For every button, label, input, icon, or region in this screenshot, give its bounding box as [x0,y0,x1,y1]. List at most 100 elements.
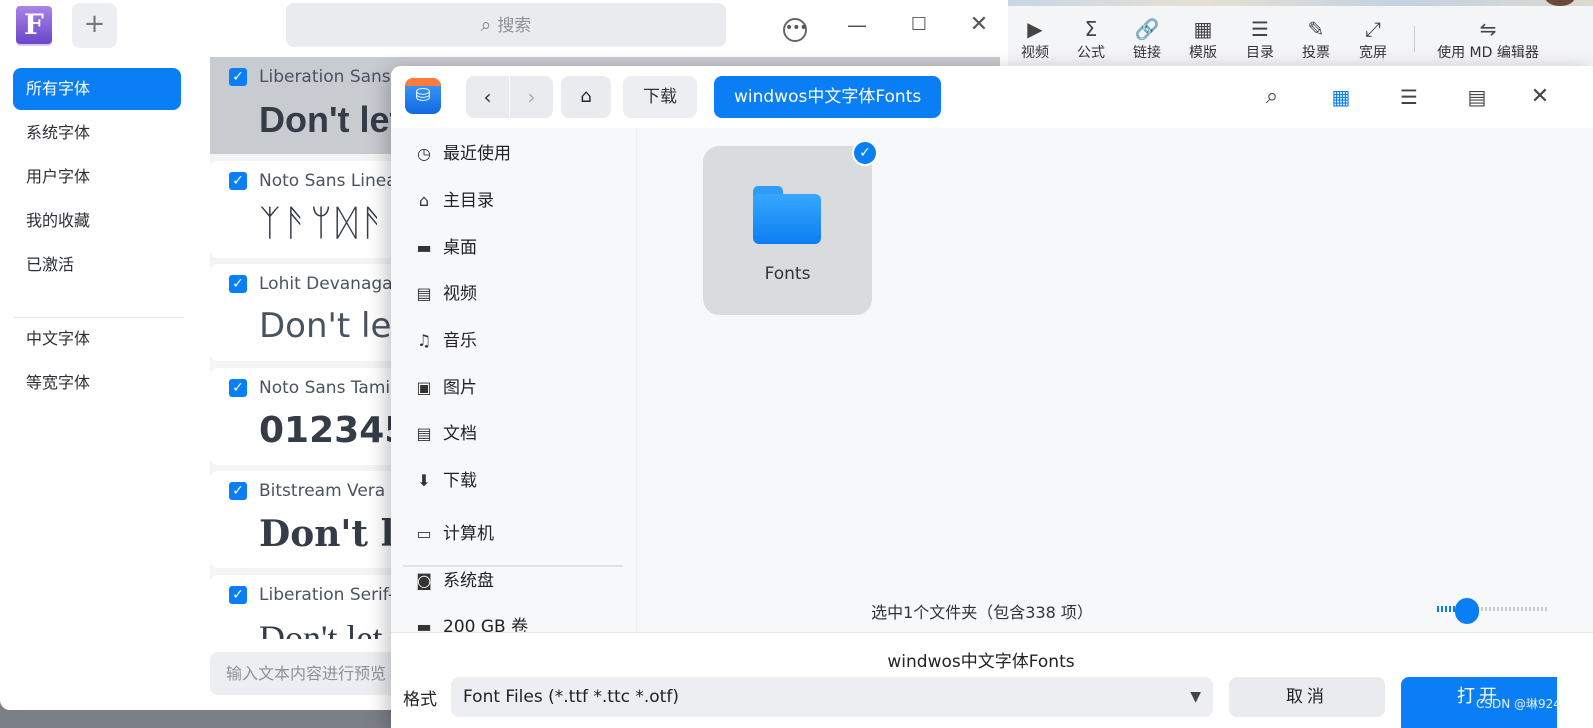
chevron-right-icon: › [527,85,536,109]
file-format-select[interactable]: Font Files (*.ttf *.ttc *.otf) ▼ [451,677,1213,717]
home-button[interactable]: ⌂ [561,76,611,118]
home-icon: ⌂ [580,86,592,107]
font-checkbox[interactable]: ✓ [229,172,247,190]
sidebar-item-activated[interactable]: 已激活 [13,244,181,286]
breadcrumb-downloads[interactable]: 下载 [623,76,697,118]
chevron-left-icon: ‹ [483,85,492,109]
clock-icon: ◷ [417,144,431,163]
search-icon: ⌕ [480,14,492,36]
back-button[interactable]: ‹ [466,76,509,118]
file-manager-logo: ⛁ [405,78,441,114]
more-icon: ••• [783,18,808,42]
toc-icon: ☰ [1251,17,1269,41]
file-view: Fonts ✓ [637,128,1593,632]
minimize-icon: — [847,13,867,37]
sidebar-item-computer[interactable]: ▭ 计算机 [413,516,494,552]
music-icon: ♫ [416,331,432,350]
close-icon: ✕ [969,12,989,37]
slider-handle[interactable] [1455,598,1479,624]
dialog-search-button[interactable]: ⌕ [1257,82,1287,112]
sidebar-item-downloads[interactable]: ⬇ 下载 [413,463,477,499]
banner-strip [1008,0,1593,6]
volume-icon: ▬ [416,617,432,632]
sidebar-item-home[interactable]: ⌂ 主目录 [413,183,494,219]
chevron-down-icon: ▼ [1190,689,1201,705]
sidebar-item-volume[interactable]: ▬ 200 GB 卷 [413,609,528,632]
sidebar-item-documents[interactable]: ▤ 文档 [413,416,477,452]
search-input[interactable]: ⌕ 搜索 [286,3,726,47]
folder-icon [753,186,821,244]
dialog-close-button[interactable]: ✕ [1525,82,1555,112]
link-button[interactable]: 🔗 链接 [1122,16,1172,62]
sidebar-item-system-disk[interactable]: ◙ 系统盘 [413,563,494,599]
folder-item[interactable]: Fonts [703,146,872,315]
breadcrumb-current-folder[interactable]: windwos中文字体Fonts [714,76,942,118]
menu-button[interactable]: ••• [780,10,810,42]
home-icon: ⌂ [418,191,430,210]
swap-icon: ⇋ [1479,17,1497,41]
md-editor-button[interactable]: ⇋ 使用 MD 编辑器 [1428,16,1548,62]
sidebar-item-user-fonts[interactable]: 用户字体 [13,156,181,198]
formula-button[interactable]: Σ 公式 [1066,16,1116,62]
sidebar-item-favorites[interactable]: 我的收藏 [13,200,181,242]
folder-name: Fonts [764,264,811,284]
font-checkbox[interactable]: ✓ [229,379,247,397]
video-icon: ▤ [416,284,432,303]
video-button[interactable]: ▶ 视频 [1010,16,1060,62]
list-view-button[interactable]: ☰ [1394,82,1424,112]
sidebar-item-music[interactable]: ♫ 音乐 [413,323,477,359]
maximize-icon: ☐ [910,14,928,35]
vote-button[interactable]: ✎ 投票 [1291,16,1341,62]
font-checkbox[interactable]: ✓ [229,586,247,604]
template-button[interactable]: ▦ 模版 [1178,16,1228,62]
sidebar-item-pictures[interactable]: ▣ 图片 [413,370,477,406]
sidebar-item-desktop[interactable]: ▬ 桌面 [413,230,477,266]
details-view-button[interactable]: ▤ [1462,82,1492,112]
font-checkbox[interactable]: ✓ [229,68,247,86]
document-icon: ▤ [416,424,432,443]
sidebar-item-recent[interactable]: ◷ 最近使用 [413,136,511,172]
video-icon: ▶ [1027,17,1043,41]
search-placeholder: 搜索 [497,16,532,36]
add-font-button[interactable]: + [72,3,117,48]
font-checkbox[interactable]: ✓ [229,482,247,500]
dialog-sidebar: ◷ 最近使用 ⌂ 主目录 ▬ 桌面 ▤ 视频 ♫ 音乐 ▣ 图片 ▤ 文档 ⬇ 下载 ▭ 计算机 … [391,128,637,632]
widescreen-icon: ⤢ [1365,17,1381,41]
toolbar-divider [1414,26,1415,52]
sidebar-item-monospace-fonts[interactable]: 等宽字体 [13,362,181,404]
file-format-value: Font Files (*.ttf *.ttc *.otf) [463,687,679,707]
desktop-icon: ▬ [416,238,432,257]
widescreen-button[interactable]: ⤢ 宽屏 [1348,16,1398,62]
sidebar-item-chinese-fonts[interactable]: 中文字体 [13,318,181,360]
link-icon: 🔗 [1134,17,1160,41]
template-icon: ▦ [1193,17,1213,41]
minimize-button[interactable]: — [842,10,872,40]
font-manager-logo: F [16,6,52,44]
editor-toolbar: ▶ 视频 Σ 公式 🔗 链接 ▦ 模版 ☰ 目录 ✎ 投票 ⤢ 宽屏 ⇋ 使用 … [1008,0,1593,70]
format-label: 格式 [403,690,437,710]
download-icon: ⬇ [417,471,431,490]
close-icon: ✕ [1530,84,1550,109]
selection-status: 选中1个文件夹（包含338 项） [871,603,1093,622]
toc-button[interactable]: ☰ 目录 [1235,16,1285,62]
sidebar-item-all-fonts[interactable]: 所有字体 [13,68,181,110]
forward-button[interactable]: › [510,76,553,118]
grid-icon: ▦ [1331,85,1351,109]
computer-icon: ▭ [416,524,432,543]
icon-size-slider[interactable] [1437,598,1549,624]
font-checkbox[interactable]: ✓ [229,275,247,293]
selected-check-icon: ✓ [852,140,878,166]
file-open-dialog: ⛁ ‹ › ⌂ 下载 windwos中文字体Fonts ⌕ ▦ ☰ ▤ ✕ ◷ 最… [391,66,1593,728]
sidebar-item-videos[interactable]: ▤ 视频 [413,276,477,312]
formula-icon: Σ [1084,17,1098,41]
sidebar-item-system-fonts[interactable]: 系统字体 [13,112,181,154]
close-button[interactable]: ✕ [964,10,994,40]
icon-view-button[interactable]: ▦ [1326,82,1356,112]
cancel-button[interactable]: 取消 [1229,677,1385,717]
maximize-button[interactable]: ☐ [904,10,934,40]
dialog-titlebar: ⛁ ‹ › ⌂ 下载 windwos中文字体Fonts ⌕ ▦ ☰ ▤ ✕ [391,66,1593,128]
split-view-icon: ▤ [1467,85,1487,109]
selected-filename: windwos中文字体Fonts [887,652,1075,672]
picture-icon: ▣ [416,378,432,397]
vote-icon: ✎ [1307,17,1325,41]
